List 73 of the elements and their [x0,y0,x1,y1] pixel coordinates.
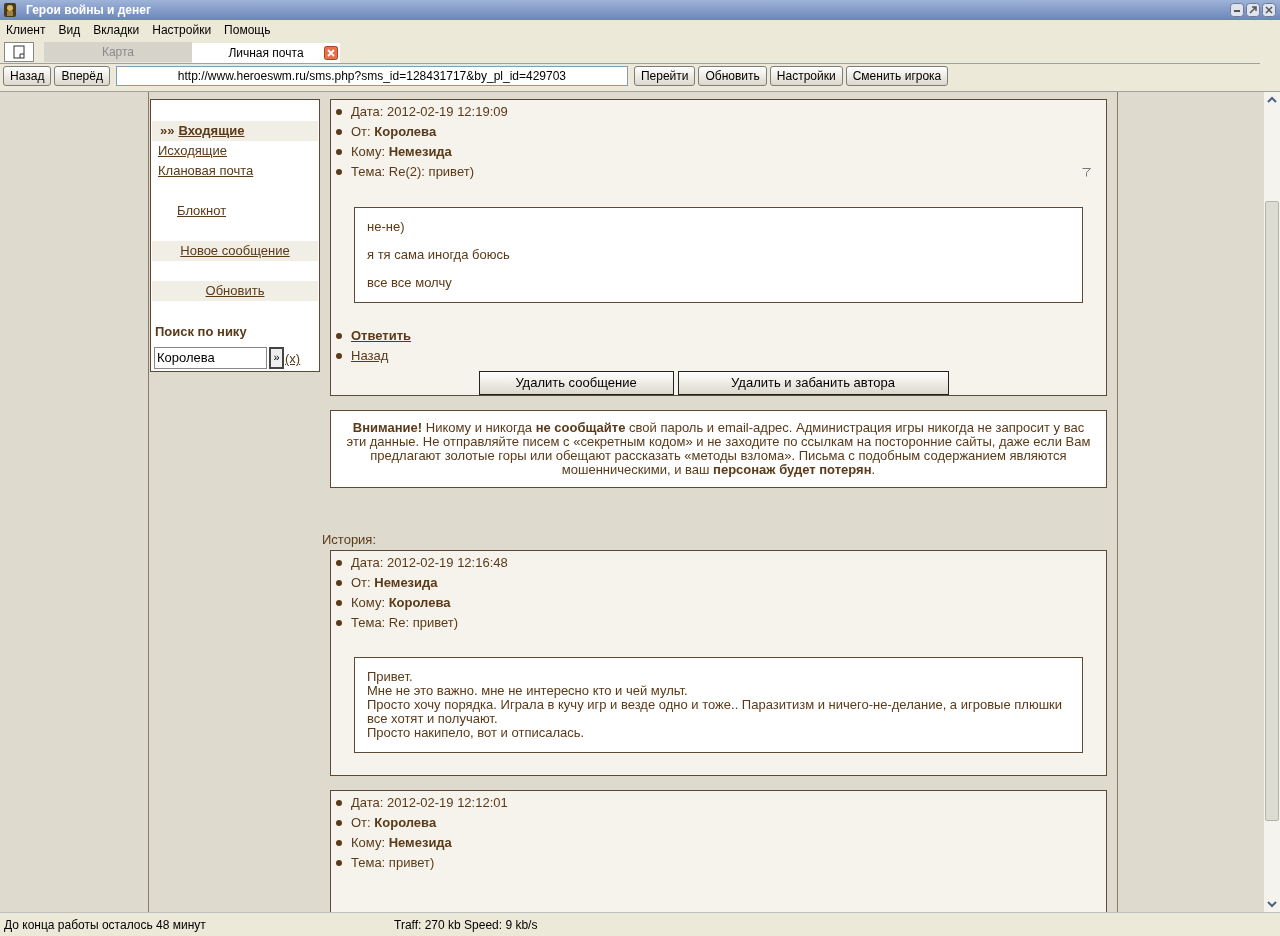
bullet-icon [336,799,342,806]
toolbar-button[interactable]: Перейти [633,66,696,86]
bullet-icon [336,149,342,155]
search-label: Поиск по нику [155,323,248,341]
scroll-thumb[interactable] [1265,201,1279,821]
message-field: Кому: Королева [351,592,451,613]
toolbar-button[interactable]: Настройки [769,66,843,86]
message-field: От: Королева [351,122,437,142]
sidebar-link[interactable]: Исходящие [158,141,227,161]
history-label: История: [322,531,378,549]
close-icon[interactable] [324,46,338,60]
toolbar-button[interactable]: Сменить игрока [845,66,949,86]
clear-link[interactable]: (x) [285,349,301,369]
message-field: Тема: привет) [351,852,435,873]
bullet-icon [336,129,342,135]
selection-marker: »» [160,122,175,141]
search-field[interactable]: Королева [154,346,267,369]
message-line: Просто накипело, вот и отписалась. [367,725,586,740]
url-field[interactable]: http://www.heroeswm.ru/sms.php?sms_id=128431717&by_pl_id=429703 [115,66,628,86]
toolbar-button[interactable]: Обновить [698,66,767,86]
bullet-icon [336,839,342,846]
delete-button[interactable]: Удалить сообщение [478,371,674,395]
message-field: Кому: Немезида [351,832,452,853]
bullet-icon [336,619,342,626]
app-icon [2,2,18,18]
action-link[interactable]: Ответить [351,326,412,346]
message-field: От: Немезида [351,572,438,593]
message-line: Мне не это важно. мне не интересно кто и чей мульт. [367,683,689,698]
status-text: До конца работы осталось 48 минут [4,916,207,934]
bullet-icon [336,819,342,826]
bullet-icon [336,169,342,175]
forward-button[interactable]: Вперёд [54,66,110,86]
menu-item[interactable]: Вид [58,21,81,39]
back-button[interactable]: Назад [3,66,52,86]
message-line: Просто хочу порядка. Играла в кучу игр и везде одно и тоже.. Паразитизм и ничего-не-делание, а игровые плюшки все хотят и получают. [367,697,1063,726]
sidebar-link[interactable]: Клановая почта [158,161,254,181]
traffic-status: Traff: 270 kb Speed: 9 kb/s [394,916,538,934]
sidebar-link[interactable]: Входящие [178,121,245,141]
message-field: Кому: Немезида [351,142,452,162]
menu-item[interactable]: Клиент [6,21,46,39]
menu-item[interactable]: Помощь [224,21,271,39]
document-icon [13,45,25,59]
close-icon[interactable] [1262,3,1276,17]
message-field: От: Королева [351,812,437,833]
menu-item[interactable]: Вкладки [93,21,140,39]
restore-icon[interactable] [1246,3,1260,17]
bullet-icon [336,579,342,586]
bullet-icon [336,109,342,115]
message-field: Дата: 2012-02-19 12:16:48 [351,552,508,573]
message-line: я тя сама иногда боюсь [367,246,511,264]
action-link[interactable]: Назад [351,346,389,366]
minimize-icon[interactable] [1230,3,1244,17]
bullet-icon [336,333,342,339]
message-line: Привет. [367,669,414,684]
menu-item[interactable]: Настройки [152,21,212,39]
delete-button[interactable]: Удалить и забанить автора [677,371,949,395]
message-field: Тема: Re(2): привет) [351,162,474,182]
bullet-icon [336,353,342,359]
warning-notice: Внимание! Никому и никогда не сообщайте свой пароль и email-адрес. Администрация игры никогда не запросит у вас эти данные. Не отправляйте писем с «секретным кодом» и не заходите по ссылкам на посторонние сайты, даже если Вам предлагают золотые горы или обещают рассказать «методы взлома». Письма с подобным содержанием являются мошенническими, и ваш персонаж будет потерян. [330,410,1107,488]
window-title: Герои войны и денег [26,2,152,19]
message-line: не-не) [367,218,406,236]
message-field: Дата: 2012-02-19 12:12:01 [351,792,508,813]
new-tab-button[interactable] [4,42,34,62]
message-field: Дата: 2012-02-19 12:19:09 [351,102,508,122]
message-field: Тема: Re: привет) [351,612,459,633]
bullet-icon [336,599,342,606]
scrollbar[interactable] [1264,92,1280,912]
bullet-icon [336,559,342,566]
tab[interactable]: Личная почта [192,43,340,63]
bullet-icon [336,859,342,866]
message-line: все все молчу [367,274,453,292]
sidebar-link[interactable]: Блокнот [177,201,227,221]
search-button[interactable]: » [269,346,284,369]
